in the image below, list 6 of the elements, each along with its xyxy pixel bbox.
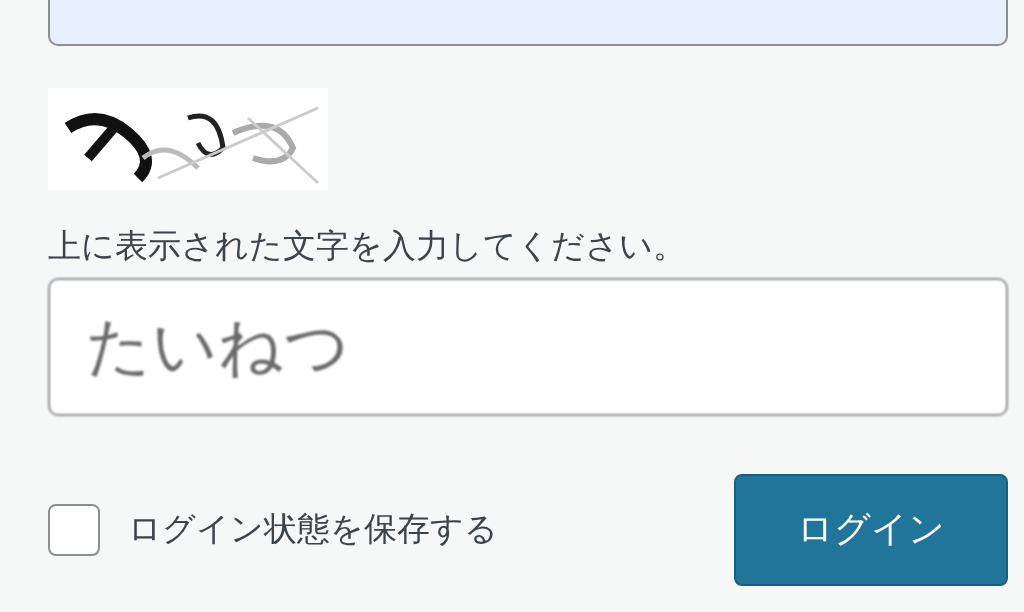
- captcha-input[interactable]: たいねつ: [48, 277, 1008, 416]
- text-field[interactable]: [48, 0, 1008, 46]
- captcha-instruction: 上に表示された文字を入力してください。: [48, 226, 687, 266]
- remember-label[interactable]: ログイン状態を保存する: [128, 507, 498, 553]
- remember-checkbox[interactable]: [48, 503, 100, 556]
- login-button[interactable]: ログイン: [734, 473, 1008, 586]
